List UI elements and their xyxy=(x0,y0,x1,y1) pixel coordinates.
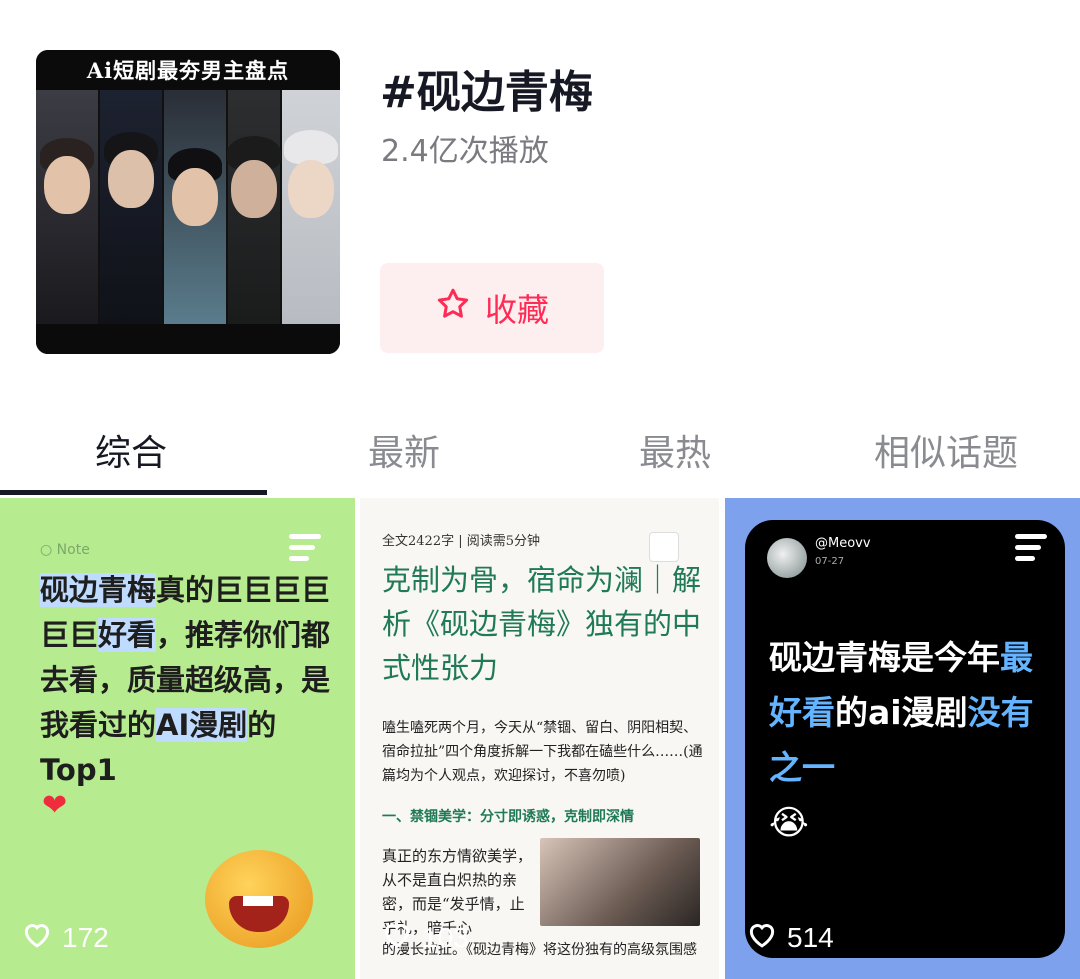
tab-latest[interactable]: 最新 xyxy=(368,424,440,476)
post-card[interactable]: ○ Note 砚边青梅真的巨巨巨巨巨巨好看，推荐你们都去看，质量超级高，是我看过… xyxy=(0,498,355,979)
like-count[interactable]: 103 xyxy=(382,920,469,955)
topic-cover-image[interactable]: Ai短剧最夯男主盘点 xyxy=(36,50,340,354)
menu-icon xyxy=(1015,534,1047,567)
favorite-label: 收藏 xyxy=(484,291,549,329)
tab-hottest[interactable]: 最热 xyxy=(639,424,711,476)
like-number: 514 xyxy=(787,921,834,953)
post-date: 07-27 xyxy=(815,556,845,567)
user-handle: @Meovv xyxy=(815,536,871,551)
play-count: 2.4亿次播放 xyxy=(381,134,549,169)
article-title: 克制为骨，宿命为澜｜解析《砚边青梅》独有的中式性张力 xyxy=(382,563,702,685)
article-section-heading: 一、禁锢美学：分寸即诱惑，克制即深情 xyxy=(382,809,634,825)
note-tag: ○ Note xyxy=(40,542,90,558)
post-text: 砚边青梅真的巨巨巨巨巨巨好看，推荐你们都去看，质量超级高，是我看过的AI漫剧的T… xyxy=(40,573,331,787)
menu-icon xyxy=(289,534,321,567)
post-card[interactable]: @Meovv 07-27 砚边青梅是今年最好看的ai漫剧没有之一 😭 514 xyxy=(725,498,1080,979)
like-number: 103 xyxy=(422,921,469,953)
phone-screenshot: @Meovv 07-27 砚边青梅是今年最好看的ai漫剧没有之一 😭 xyxy=(745,520,1065,958)
heart-outline-icon xyxy=(22,920,52,955)
post-text: 砚边青梅是今年最好看的ai漫剧没有之一 😭 xyxy=(769,638,1034,843)
crying-emoji-icon: 😭 xyxy=(769,803,809,843)
cover-character xyxy=(36,90,98,324)
avatar xyxy=(767,538,807,578)
cover-character xyxy=(100,90,162,324)
article-meta: 全文2422字 | 阅读需5分钟 xyxy=(382,534,540,549)
cover-character xyxy=(227,90,281,324)
like-number: 172 xyxy=(62,921,109,953)
tab-comprehensive[interactable]: 综合 xyxy=(95,424,167,476)
active-tab-indicator xyxy=(0,490,267,495)
cover-character xyxy=(282,90,340,324)
favorite-button[interactable]: 收藏 xyxy=(380,263,604,353)
tab-bar: 综合 最新 最热 相似话题 xyxy=(0,410,1080,496)
heart-outline-icon xyxy=(747,920,777,955)
article-body: 嗑生嗑死两个月，今天从“禁锢、留白、阴阳相契、宿命拉扯”四个角度拆解一下我都在磕… xyxy=(382,720,703,784)
laughing-emoji-icon xyxy=(205,850,313,948)
cover-caption: Ai短剧最夯男主盘点 xyxy=(36,50,340,90)
topic-title: #砚边青梅 xyxy=(380,67,593,118)
article-image xyxy=(540,838,700,926)
tab-similar-topics[interactable]: 相似话题 xyxy=(874,424,1018,476)
like-count[interactable]: 172 xyxy=(22,920,109,955)
like-count[interactable]: 514 xyxy=(747,920,834,955)
red-heart-icon: ❤ xyxy=(42,788,68,823)
heart-outline-icon xyxy=(382,920,412,955)
post-card[interactable]: 全文2422字 | 阅读需5分钟 克制为骨，宿命为澜｜解析《砚边青梅》独有的中式… xyxy=(360,498,719,979)
star-icon xyxy=(435,286,471,330)
cover-character xyxy=(164,90,226,324)
